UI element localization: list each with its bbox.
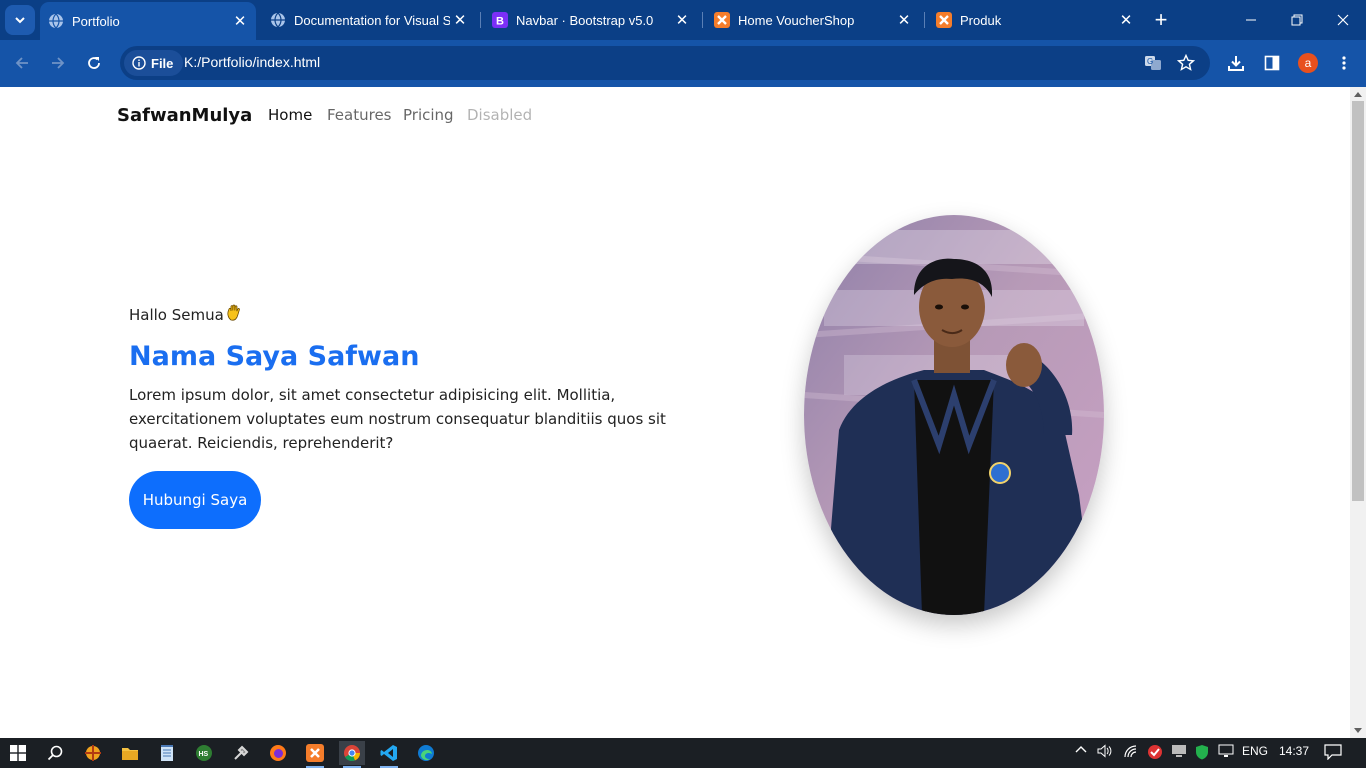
tab-title: Documentation for Visual Studio Code — [294, 12, 450, 28]
tab-title: Portfolio — [72, 13, 120, 29]
profile-photo — [804, 215, 1104, 615]
nav-link-home[interactable]: Home — [268, 106, 312, 124]
close-icon[interactable]: ✕ — [894, 10, 914, 30]
bookmark-star-icon[interactable] — [1175, 52, 1197, 74]
nav-link-disabled: Disabled — [467, 106, 533, 124]
address-bar[interactable]: File K:/Portfolio/index.html G — [120, 46, 1210, 80]
tab-title: Produk — [960, 12, 1002, 28]
tab-portfolio[interactable]: Portfolio ✕ — [40, 2, 256, 40]
tab-title: Navbar · Bootstrap v5.0 — [516, 12, 654, 28]
translate-icon[interactable]: G — [1142, 52, 1164, 74]
nav-link-pricing[interactable]: Pricing — [403, 106, 454, 124]
svg-text:G: G — [1147, 57, 1153, 66]
volume-icon[interactable] — [1096, 744, 1114, 758]
url-text[interactable]: K:/Portfolio/index.html — [184, 54, 320, 70]
tab-produk[interactable]: Produk ✕ — [928, 4, 1142, 36]
xampp-icon[interactable] — [302, 741, 328, 768]
kebab-menu-icon — [1342, 56, 1346, 70]
tab-search-button[interactable] — [5, 5, 35, 35]
shield-icon[interactable] — [1193, 744, 1211, 760]
tab-vscode-docs[interactable]: Documentation for Visual Studio Code ✕ — [262, 4, 476, 36]
arrow-left-icon — [15, 57, 28, 69]
minimize-button[interactable] — [1228, 0, 1274, 40]
close-icon[interactable]: ✕ — [1116, 10, 1136, 30]
close-icon[interactable]: ✕ — [450, 10, 470, 30]
svg-text:HS: HS — [199, 751, 209, 758]
site-info-label: File — [151, 55, 174, 71]
firefox-icon[interactable] — [265, 741, 291, 765]
reload-button[interactable] — [80, 49, 108, 77]
app-orange-icon[interactable] — [80, 741, 106, 765]
tab-separator — [924, 12, 925, 28]
language-indicator[interactable]: ENG — [1240, 744, 1270, 758]
app-hs-icon[interactable]: HS — [191, 741, 217, 765]
wifi-icon[interactable] — [1122, 744, 1140, 758]
menu-button[interactable] — [1330, 49, 1358, 77]
windows-start-icon[interactable] — [5, 741, 31, 765]
forward-button[interactable] — [44, 49, 72, 77]
new-tab-button[interactable]: + — [1148, 6, 1174, 34]
notepad-icon[interactable] — [154, 741, 180, 765]
download-icon — [1228, 56, 1244, 71]
chrome-icon[interactable] — [339, 741, 365, 768]
globe-icon — [48, 13, 64, 29]
chevron-down-icon — [15, 17, 25, 24]
navbar-brand[interactable]: SafwanMulya — [117, 105, 252, 126]
page-viewport: SafwanMulya Home Features Pricing Disabl… — [0, 87, 1350, 738]
downloads-button[interactable] — [1222, 49, 1250, 77]
site-info-chip[interactable]: File — [124, 50, 184, 76]
tab-title: Home VoucherShop — [738, 12, 855, 28]
profile-avatar[interactable]: a — [1298, 53, 1318, 73]
search-icon[interactable] — [42, 741, 68, 765]
edge-icon[interactable] — [413, 741, 439, 765]
hero-greeting: Hallo Semua — [129, 304, 242, 326]
nav-link-features[interactable]: Features — [327, 106, 392, 124]
scroll-up-arrow-icon[interactable] — [1354, 92, 1362, 97]
network-icon[interactable] — [1217, 744, 1235, 758]
tab-separator — [702, 12, 703, 28]
tool-icon[interactable] — [228, 741, 254, 765]
tab-bootstrap-navbar[interactable]: B Navbar · Bootstrap v5.0 ✕ — [484, 4, 698, 36]
close-icon[interactable]: ✕ — [672, 10, 692, 30]
tab-strip: Portfolio ✕ Documentation for Visual Stu… — [0, 0, 1366, 40]
vscode-icon[interactable] — [376, 741, 402, 768]
restore-button[interactable] — [1274, 0, 1320, 40]
clock[interactable]: 14:37 — [1276, 744, 1312, 758]
bootstrap-icon: B — [492, 12, 508, 28]
minimize-icon — [1246, 19, 1256, 21]
contact-me-button[interactable]: Hubungi Saya — [129, 471, 261, 529]
file-explorer-icon[interactable] — [117, 741, 143, 765]
scroll-down-arrow-icon[interactable] — [1354, 728, 1362, 733]
hero-title: Nama Saya Safwan — [129, 341, 420, 372]
side-panel-icon — [1264, 55, 1280, 71]
tab-separator — [480, 12, 481, 28]
tab-home-vouchershop[interactable]: Home VoucherShop ✕ — [706, 4, 920, 36]
close-icon — [1337, 14, 1349, 26]
page-scrollbar[interactable] — [1350, 87, 1366, 738]
chevron-up-icon[interactable] — [1073, 744, 1089, 754]
scrollbar-thumb[interactable] — [1352, 101, 1364, 501]
restore-icon — [1291, 14, 1303, 26]
svg-text:B: B — [496, 16, 504, 28]
battery-monitor-icon[interactable] — [1170, 744, 1188, 758]
close-icon[interactable]: ✕ — [230, 11, 250, 31]
greeting-text: Hallo Semua — [129, 306, 224, 324]
globe-icon — [270, 12, 286, 28]
xampp-icon — [936, 12, 952, 28]
close-window-button[interactable] — [1320, 0, 1366, 40]
security-app-icon[interactable] — [1146, 744, 1164, 760]
reload-icon — [88, 57, 100, 69]
notification-icon[interactable] — [1322, 744, 1344, 760]
waving-hand-icon — [226, 304, 242, 326]
xampp-icon — [714, 12, 730, 28]
arrow-right-icon — [52, 57, 65, 69]
info-icon — [132, 56, 146, 70]
side-panel-button[interactable] — [1258, 49, 1286, 77]
browser-toolbar: File K:/Portfolio/index.html G a — [0, 40, 1366, 87]
back-button[interactable] — [8, 49, 36, 77]
windows-taskbar: HS ENG 14:37 — [0, 738, 1366, 768]
hero-description: Lorem ipsum dolor, sit amet consectetur … — [129, 386, 666, 452]
